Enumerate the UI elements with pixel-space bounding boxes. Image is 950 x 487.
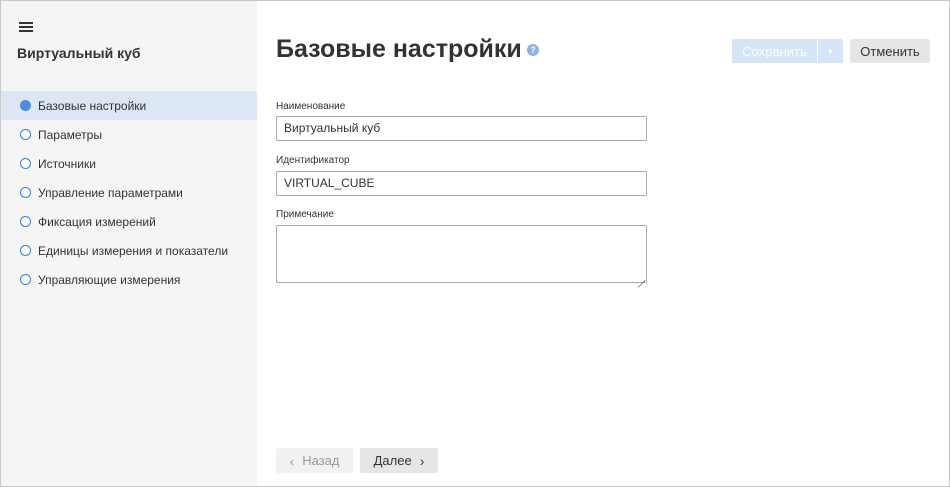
sidebar-item-label: Базовые настройки [38, 98, 147, 113]
question-circle-icon[interactable]: ? [527, 44, 539, 56]
sidebar-item-sources[interactable]: Источники [1, 149, 257, 178]
hamburger-menu-icon[interactable] [19, 20, 35, 34]
sidebar-item-label: Управляющие измерения [38, 272, 181, 287]
name-label: Наименование [276, 101, 346, 112]
radio-empty-icon [20, 129, 31, 140]
sidebar-item-parameters[interactable]: Параметры [1, 120, 257, 149]
sidebar-item-dimension-fixing[interactable]: Фиксация измерений [1, 207, 257, 236]
sidebar-item-label: Фиксация измерений [38, 214, 156, 229]
sidebar: Виртуальный куб Базовые настройки Параме… [1, 1, 257, 486]
page-title: Базовые настройки [276, 35, 522, 63]
main-panel: Базовые настройки ? Сохранить ▼ Отменить… [257, 1, 949, 486]
back-button[interactable]: ‹ Назад [276, 448, 353, 473]
sidebar-item-label: Параметры [38, 127, 102, 142]
caret-down-icon: ▼ [826, 46, 835, 56]
radio-empty-icon [20, 216, 31, 227]
save-dropdown-button[interactable]: ▼ [818, 39, 843, 63]
save-button[interactable]: Сохранить [732, 39, 817, 63]
chevron-right-icon: › [419, 452, 425, 469]
resize-grip-icon[interactable] [637, 273, 645, 281]
sidebar-item-control-dimensions[interactable]: Управляющие измерения [1, 265, 257, 294]
radio-empty-icon [20, 158, 31, 169]
sidebar-item-label: Управление параметрами [38, 185, 183, 200]
sidebar-item-units-and-indicators[interactable]: Единицы измерения и показатели [1, 236, 257, 265]
chevron-left-icon: ‹ [289, 452, 295, 469]
radio-empty-icon [20, 274, 31, 285]
name-field[interactable]: Виртуальный куб [276, 116, 647, 141]
next-button[interactable]: Далее › [360, 448, 438, 473]
radio-empty-icon [20, 245, 31, 256]
id-label: Идентификатор [276, 155, 350, 166]
note-label: Примечание [276, 209, 334, 220]
id-field[interactable]: VIRTUAL_CUBE [276, 171, 647, 196]
next-button-label: Далее [373, 453, 412, 468]
sidebar-item-parameter-management[interactable]: Управление параметрами [1, 178, 257, 207]
radio-empty-icon [20, 187, 31, 198]
cancel-button[interactable]: Отменить [850, 39, 930, 63]
note-textarea[interactable] [276, 225, 647, 283]
back-button-label: Назад [302, 453, 340, 468]
sidebar-nav: Базовые настройки Параметры Источники Уп… [1, 91, 257, 294]
sidebar-item-base-settings[interactable]: Базовые настройки [1, 91, 257, 120]
radio-selected-icon [20, 100, 31, 111]
sidebar-item-label: Единицы измерения и показатели [38, 243, 229, 258]
sidebar-item-label: Источники [38, 156, 96, 171]
sidebar-title: Виртуальный куб [17, 45, 141, 61]
